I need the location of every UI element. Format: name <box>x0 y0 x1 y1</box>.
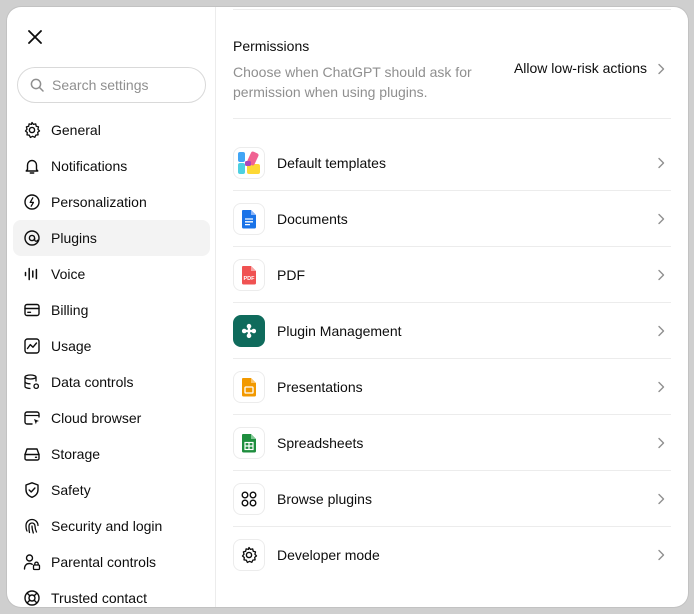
sidebar-item-label: Voice <box>51 266 86 282</box>
settings-sidebar: General Notifications Personalization Pl… <box>7 7 216 607</box>
plugin-row-documents[interactable]: Documents <box>233 191 671 247</box>
sidebar-item-label: Parental controls <box>51 554 157 570</box>
usage-chart-icon <box>23 337 41 355</box>
permissions-description: Choose when ChatGPT should ask for permi… <box>233 64 472 100</box>
plugin-label: Presentations <box>277 378 363 395</box>
sidebar-item-label: Safety <box>51 482 91 498</box>
plugin-label: Developer mode <box>277 547 380 563</box>
search-input[interactable] <box>52 77 192 93</box>
bell-icon <box>23 157 41 175</box>
plugin-list: Default templates Documents PDF PDF Plug… <box>233 135 671 583</box>
plugin-row-plugin-management[interactable]: Plugin Management <box>233 303 671 359</box>
plugin-row-spreadsheets[interactable]: Spreadsheets <box>233 415 671 471</box>
developer-mode-gear-icon <box>233 539 265 571</box>
chevron-right-icon <box>658 213 665 225</box>
sidebar-item-label: Usage <box>51 338 92 354</box>
search-icon <box>30 78 44 92</box>
settings-dialog: General Notifications Personalization Pl… <box>7 7 688 607</box>
search-settings-field[interactable] <box>17 67 206 103</box>
sidebar-item-safety[interactable]: Safety <box>13 472 210 508</box>
plugin-row-browse-plugins[interactable]: Browse plugins <box>233 471 671 527</box>
plugin-label: PDF <box>277 266 305 283</box>
plugin-row-developer-mode[interactable]: Developer mode <box>233 527 671 583</box>
presentations-icon <box>233 370 265 403</box>
voice-waveform-icon <box>23 265 41 283</box>
sidebar-item-personalization[interactable]: Personalization <box>13 184 210 220</box>
plugin-row-default-templates[interactable]: Default templates <box>233 135 671 191</box>
plugins-settings-panel: Permissions Choose when ChatGPT should a… <box>217 7 688 607</box>
sidebar-item-storage[interactable]: Storage <box>13 436 210 472</box>
settings-nav: General Notifications Personalization Pl… <box>13 112 210 607</box>
permissions-value: Allow low-risk actions <box>513 60 647 76</box>
plugin-label: Browse plugins <box>277 490 372 507</box>
sidebar-item-cloud-browser[interactable]: Cloud browser <box>13 400 210 436</box>
plugin-row-pdf[interactable]: PDF PDF <box>233 247 671 303</box>
storage-drive-icon <box>23 445 41 463</box>
sidebar-item-notifications[interactable]: Notifications <box>13 148 210 184</box>
fingerprint-icon <box>23 517 41 535</box>
personalization-icon <box>23 193 41 211</box>
sidebar-item-security-and-login[interactable]: Security and login <box>13 508 210 544</box>
chevron-right-icon <box>658 549 665 561</box>
sidebar-item-data-controls[interactable]: Data controls <box>13 364 210 400</box>
sidebar-item-label: Notifications <box>51 158 128 174</box>
parental-lock-icon <box>23 553 41 571</box>
cloud-browser-icon <box>23 409 41 427</box>
sidebar-item-label: Plugins <box>51 230 97 246</box>
divider <box>233 9 671 10</box>
sidebar-item-voice[interactable]: Voice <box>13 256 210 292</box>
plugin-label: Spreadsheets <box>277 434 364 451</box>
spreadsheets-icon <box>233 426 265 459</box>
lifebuoy-icon <box>23 589 41 607</box>
sidebar-item-trusted-contact[interactable]: Trusted contact <box>13 580 210 607</box>
sidebar-item-label: General <box>51 122 101 138</box>
default-templates-icon <box>233 146 265 179</box>
chevron-right-icon <box>658 381 665 393</box>
close-icon <box>28 30 42 44</box>
gear-icon <box>23 121 41 139</box>
close-button[interactable] <box>23 25 47 49</box>
chevron-right-icon <box>658 63 665 75</box>
plugin-row-presentations[interactable]: Presentations <box>233 359 671 415</box>
documents-icon <box>233 202 265 235</box>
sidebar-item-label: Security and login <box>51 518 163 534</box>
sidebar-item-label: Data controls <box>51 374 134 390</box>
sidebar-item-label: Billing <box>51 302 89 318</box>
credit-card-icon <box>23 301 41 319</box>
plugin-label: Documents <box>277 210 348 227</box>
permissions-setting[interactable]: Permissions Choose when ChatGPT should a… <box>233 35 671 119</box>
database-gear-icon <box>23 373 41 391</box>
sidebar-item-label: Cloud browser <box>51 410 142 426</box>
chevron-right-icon <box>658 157 665 169</box>
chevron-right-icon <box>658 325 665 337</box>
pdf-icon: PDF <box>233 258 265 291</box>
chevron-right-icon <box>658 493 665 505</box>
sidebar-item-usage[interactable]: Usage <box>13 328 210 364</box>
sidebar-item-billing[interactable]: Billing <box>13 292 210 328</box>
sidebar-item-general[interactable]: General <box>13 112 210 148</box>
sidebar-item-parental-controls[interactable]: Parental controls <box>13 544 210 580</box>
sidebar-item-label: Personalization <box>51 194 147 210</box>
shield-check-icon <box>23 481 41 499</box>
permissions-title: Permissions <box>233 38 310 54</box>
browse-plugins-icon <box>233 482 265 515</box>
plugin-label: Default templates <box>277 154 386 171</box>
sidebar-item-plugins[interactable]: Plugins <box>13 220 210 256</box>
pdf-icon-text: PDF <box>244 276 256 282</box>
chevron-right-icon <box>658 437 665 449</box>
plugin-management-icon <box>233 314 265 347</box>
sidebar-item-label: Storage <box>51 446 101 462</box>
sidebar-item-label: Trusted contact <box>51 590 147 606</box>
chevron-right-icon <box>658 269 665 281</box>
plugin-label: Plugin Management <box>277 322 402 339</box>
plugins-icon <box>23 229 41 247</box>
